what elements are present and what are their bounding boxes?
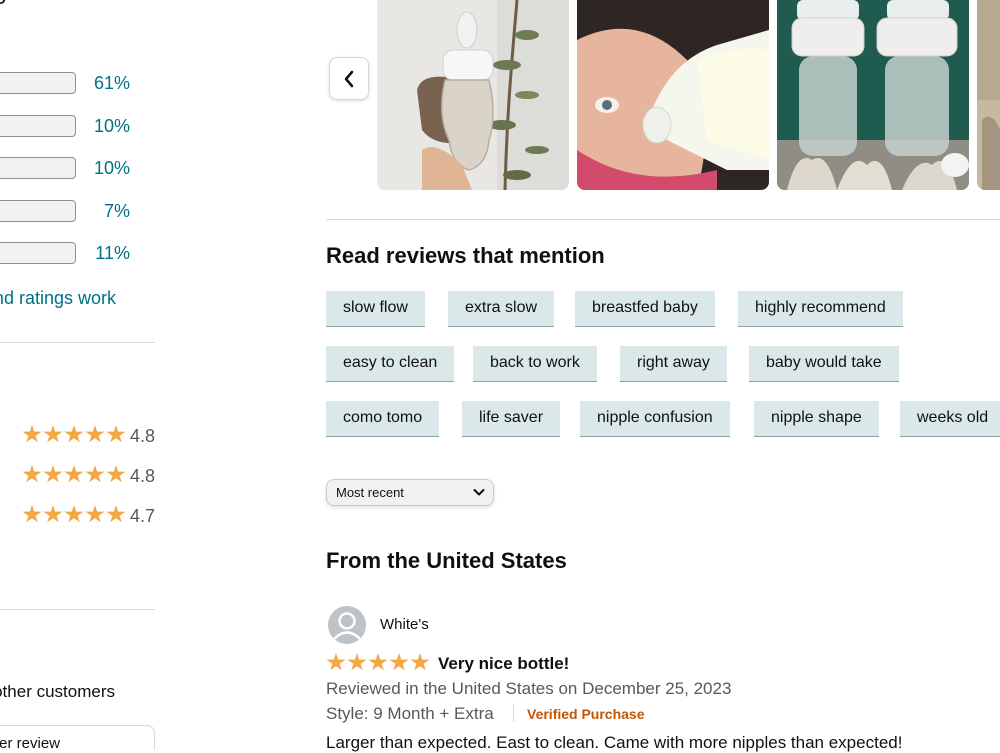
feature-rating-value: 4.8 — [130, 426, 156, 446]
chevron-left-icon — [344, 70, 354, 87]
sort-selected-value: Most recent — [336, 485, 404, 500]
star-rating-icon — [22, 425, 126, 444]
star-rating-icon — [22, 505, 126, 524]
star-rating-icon — [22, 465, 126, 484]
mention-chip[interactable]: weeks old — [900, 401, 1000, 437]
baby-photo — [577, 0, 769, 190]
review-image[interactable] — [777, 0, 969, 190]
review-title[interactable]: Very nice bottle! — [438, 654, 569, 674]
mention-chip[interactable]: easy to clean — [326, 346, 455, 382]
reviewer-name[interactable]: White's — [380, 616, 429, 633]
feature-rating-row: 4.8 — [22, 465, 155, 489]
write-review-clip: Write a customer review — [0, 725, 155, 750]
review-image[interactable] — [377, 0, 569, 190]
verified-purchase-badge: Verified Purchase — [527, 706, 645, 722]
share-thoughts-text: Share your thoughts with other customers — [0, 682, 115, 701]
feature-rating-value: 4.8 — [130, 466, 156, 486]
histogram-row[interactable]: 7% — [0, 200, 150, 224]
avatar — [328, 606, 366, 644]
sort-dropdown[interactable]: Most recent — [326, 479, 494, 506]
histogram-row[interactable]: 10% — [0, 115, 150, 139]
review-body: Larger than expected. East to clean. Cam… — [326, 733, 903, 752]
review-style[interactable]: Style: 9 Month + Extra — [326, 704, 494, 724]
mention-chip[interactable]: extra slow — [448, 291, 555, 327]
histogram-bar[interactable] — [0, 200, 76, 222]
divider — [0, 609, 155, 610]
mention-chip[interactable]: breastfed baby — [575, 291, 715, 327]
histogram-bar[interactable] — [0, 115, 76, 137]
mention-chip[interactable]: slow flow — [326, 291, 425, 327]
star-rating-icon — [326, 653, 430, 672]
histogram-percent[interactable]: 61% — [83, 73, 130, 94]
review-date: Reviewed in the United States on Decembe… — [326, 679, 732, 698]
histogram-percent[interactable]: 7% — [83, 201, 130, 222]
bottle-photo — [377, 0, 569, 190]
mention-chip[interactable]: como tomo — [326, 401, 440, 437]
histogram-bar[interactable] — [0, 242, 76, 264]
write-review-label: Write a customer review — [0, 735, 60, 750]
histogram-bar[interactable] — [0, 72, 76, 94]
mentions-title: Read reviews that mention — [326, 243, 605, 268]
mention-chip[interactable]: baby would take — [749, 346, 899, 382]
bottles-photo — [777, 0, 969, 190]
histogram-percent[interactable]: 10% — [83, 158, 130, 179]
rating-heading: 5 — [0, 0, 6, 10]
share-thoughts-clip: Share your thoughts with other customers — [0, 682, 160, 706]
divider — [0, 342, 155, 343]
histogram-row[interactable]: 11% — [0, 242, 150, 266]
how-ratings-work-link[interactable]: How customer reviews and ratings work — [0, 288, 116, 309]
carousel-prev-button[interactable] — [329, 57, 369, 100]
ratings-link-clip: How customer reviews and ratings work — [0, 288, 160, 312]
user-icon — [328, 606, 366, 644]
review-image[interactable] — [577, 0, 769, 190]
divider — [513, 704, 514, 722]
review-photo — [977, 0, 1000, 190]
mention-chip[interactable]: nipple shape — [754, 401, 879, 437]
histogram-percent[interactable]: 11% — [83, 243, 130, 264]
chevron-down-icon — [473, 489, 485, 496]
feature-rating-row: 4.8 — [22, 425, 155, 449]
mention-chip[interactable]: nipple confusion — [580, 401, 730, 437]
mention-chip[interactable]: back to work — [473, 346, 597, 382]
histogram-percent[interactable]: 10% — [83, 116, 130, 137]
histogram-row[interactable]: 10% — [0, 157, 150, 181]
mention-chip[interactable]: life saver — [462, 401, 561, 437]
write-review-button[interactable]: Write a customer review — [0, 725, 155, 750]
feature-rating-value: 4.7 — [130, 506, 156, 526]
mention-chip[interactable]: right away — [620, 346, 727, 382]
divider — [326, 219, 1000, 220]
histogram-row[interactable]: 61% — [0, 72, 150, 96]
from-country-title: From the United States — [326, 548, 567, 573]
review-star-rating[interactable] — [326, 653, 430, 672]
feature-rating-row: 4.7 — [22, 505, 155, 529]
histogram-bar[interactable] — [0, 157, 76, 179]
review-image[interactable] — [977, 0, 1000, 190]
mention-chip[interactable]: highly recommend — [738, 291, 903, 327]
